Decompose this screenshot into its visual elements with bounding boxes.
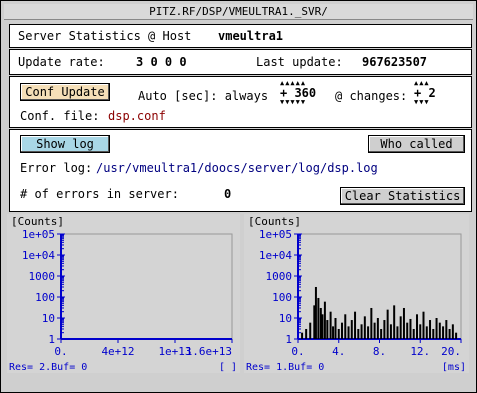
plot-y-unit-label: [Counts] xyxy=(11,215,64,228)
errors-label: # of errors in server: xyxy=(20,187,179,201)
spinner-down-icon[interactable]: ▼▼▼ xyxy=(414,99,436,106)
header-panel: Server Statistics @ Host vmeultra1 xyxy=(9,24,472,48)
auto-label: Auto [sec]: always xyxy=(138,89,269,103)
error-log-path: /usr/vmeultra1/doocs/server/log/dsp.log xyxy=(96,161,378,175)
plot-area xyxy=(60,233,233,340)
conf-file-value: dsp.conf xyxy=(108,109,166,123)
config-panel: Conf Update Auto [sec]: always ▲▲▲▲▲ + 3… xyxy=(9,76,472,128)
show-log-button[interactable]: Show log xyxy=(20,135,110,153)
y-tick-label: 1e+05 xyxy=(259,228,292,241)
error-log-label: Error log: xyxy=(20,161,93,175)
update-panel: Update rate: 3 0 0 0 Last update: 967623… xyxy=(9,49,472,75)
plot-2-canvas: [Counts]1e+051e+0410001001010. 4. 8. 12. 20.… xyxy=(246,215,466,373)
last-update-value: 967623507 xyxy=(362,55,428,69)
x-tick-label: 20. xyxy=(441,345,461,358)
clear-statistics-button[interactable]: Clear Statistics xyxy=(340,187,465,205)
conf-update-button[interactable]: Conf Update xyxy=(20,83,110,101)
conf-file-label: Conf. file: xyxy=(20,109,100,123)
x-tick-label: 4e+12 xyxy=(101,345,134,358)
y-tick-label: 10 xyxy=(42,312,55,325)
log-panel: Show log Who called Error log: /usr/vmeu… xyxy=(9,129,472,212)
histogram-plot-2[interactable]: [Counts] 1e+05 1e+04 1000 100 10 1 0. 4. 8. 12. 20.… xyxy=(244,214,469,373)
plot-footer-left: Res= 1.Buf= 0 xyxy=(246,362,324,373)
plot-1-canvas: [Counts]1e+051e+0410001001010. 4e+12 1e+13… xyxy=(9,215,237,373)
x-tick-label: 0. xyxy=(291,345,304,358)
y-tick-label: 100 xyxy=(35,291,55,304)
x-tick-label: 8. xyxy=(373,345,386,358)
y-tick-label: 100 xyxy=(272,291,292,304)
y-tick-label: 1000 xyxy=(266,270,293,283)
y-tick-label: 1e+04 xyxy=(259,249,292,262)
header-label: Server Statistics @ Host xyxy=(18,29,192,43)
errors-value: 0 xyxy=(224,187,232,201)
window: PITZ.RF/DSP/VMEULTRA1._SVR/ Server Stati… xyxy=(0,0,477,393)
update-rate-label: Update rate: xyxy=(18,55,105,69)
changes-label: @ changes: xyxy=(335,89,408,103)
plot-y-unit-label: [Counts] xyxy=(248,215,301,228)
plot-footer-left: Res= 2.Buf= 0 xyxy=(9,362,87,373)
x-tick-label: 12. xyxy=(410,345,430,358)
spinner-down-icon[interactable]: ▼▼▼▼▼ xyxy=(280,99,316,106)
window-title: PITZ.RF/DSP/VMEULTRA1._SVR/ xyxy=(4,4,473,20)
histogram-plot-1[interactable]: [Counts] 1e+05 1e+04 1000 100 10 1 0. 4e+12 1e+13… xyxy=(7,214,240,373)
plot-footer-right: [ms] xyxy=(442,362,466,373)
y-tick-label: 1e+04 xyxy=(22,249,55,262)
who-called-button[interactable]: Who called xyxy=(368,135,465,153)
update-rate-values: 3 0 0 0 xyxy=(136,55,187,69)
plot-footer-right: [ ] xyxy=(219,362,237,373)
host-name: vmeultra1 xyxy=(218,29,284,43)
auto-spinner[interactable]: ▲▲▲▲▲ + 360 ▼▼▼▼▼ xyxy=(280,80,316,106)
last-update-label: Last update: xyxy=(256,55,343,69)
x-tick-label: 0. xyxy=(54,345,67,358)
x-tick-label: 1.6e+13 xyxy=(186,345,232,358)
y-tick-label: 1e+05 xyxy=(22,228,55,241)
y-tick-label: 10 xyxy=(279,312,292,325)
changes-spinner[interactable]: ▲▲▲ + 2 ▼▼▼ xyxy=(414,80,436,106)
y-tick-label: 1000 xyxy=(29,270,56,283)
x-tick-label: 4. xyxy=(332,345,345,358)
